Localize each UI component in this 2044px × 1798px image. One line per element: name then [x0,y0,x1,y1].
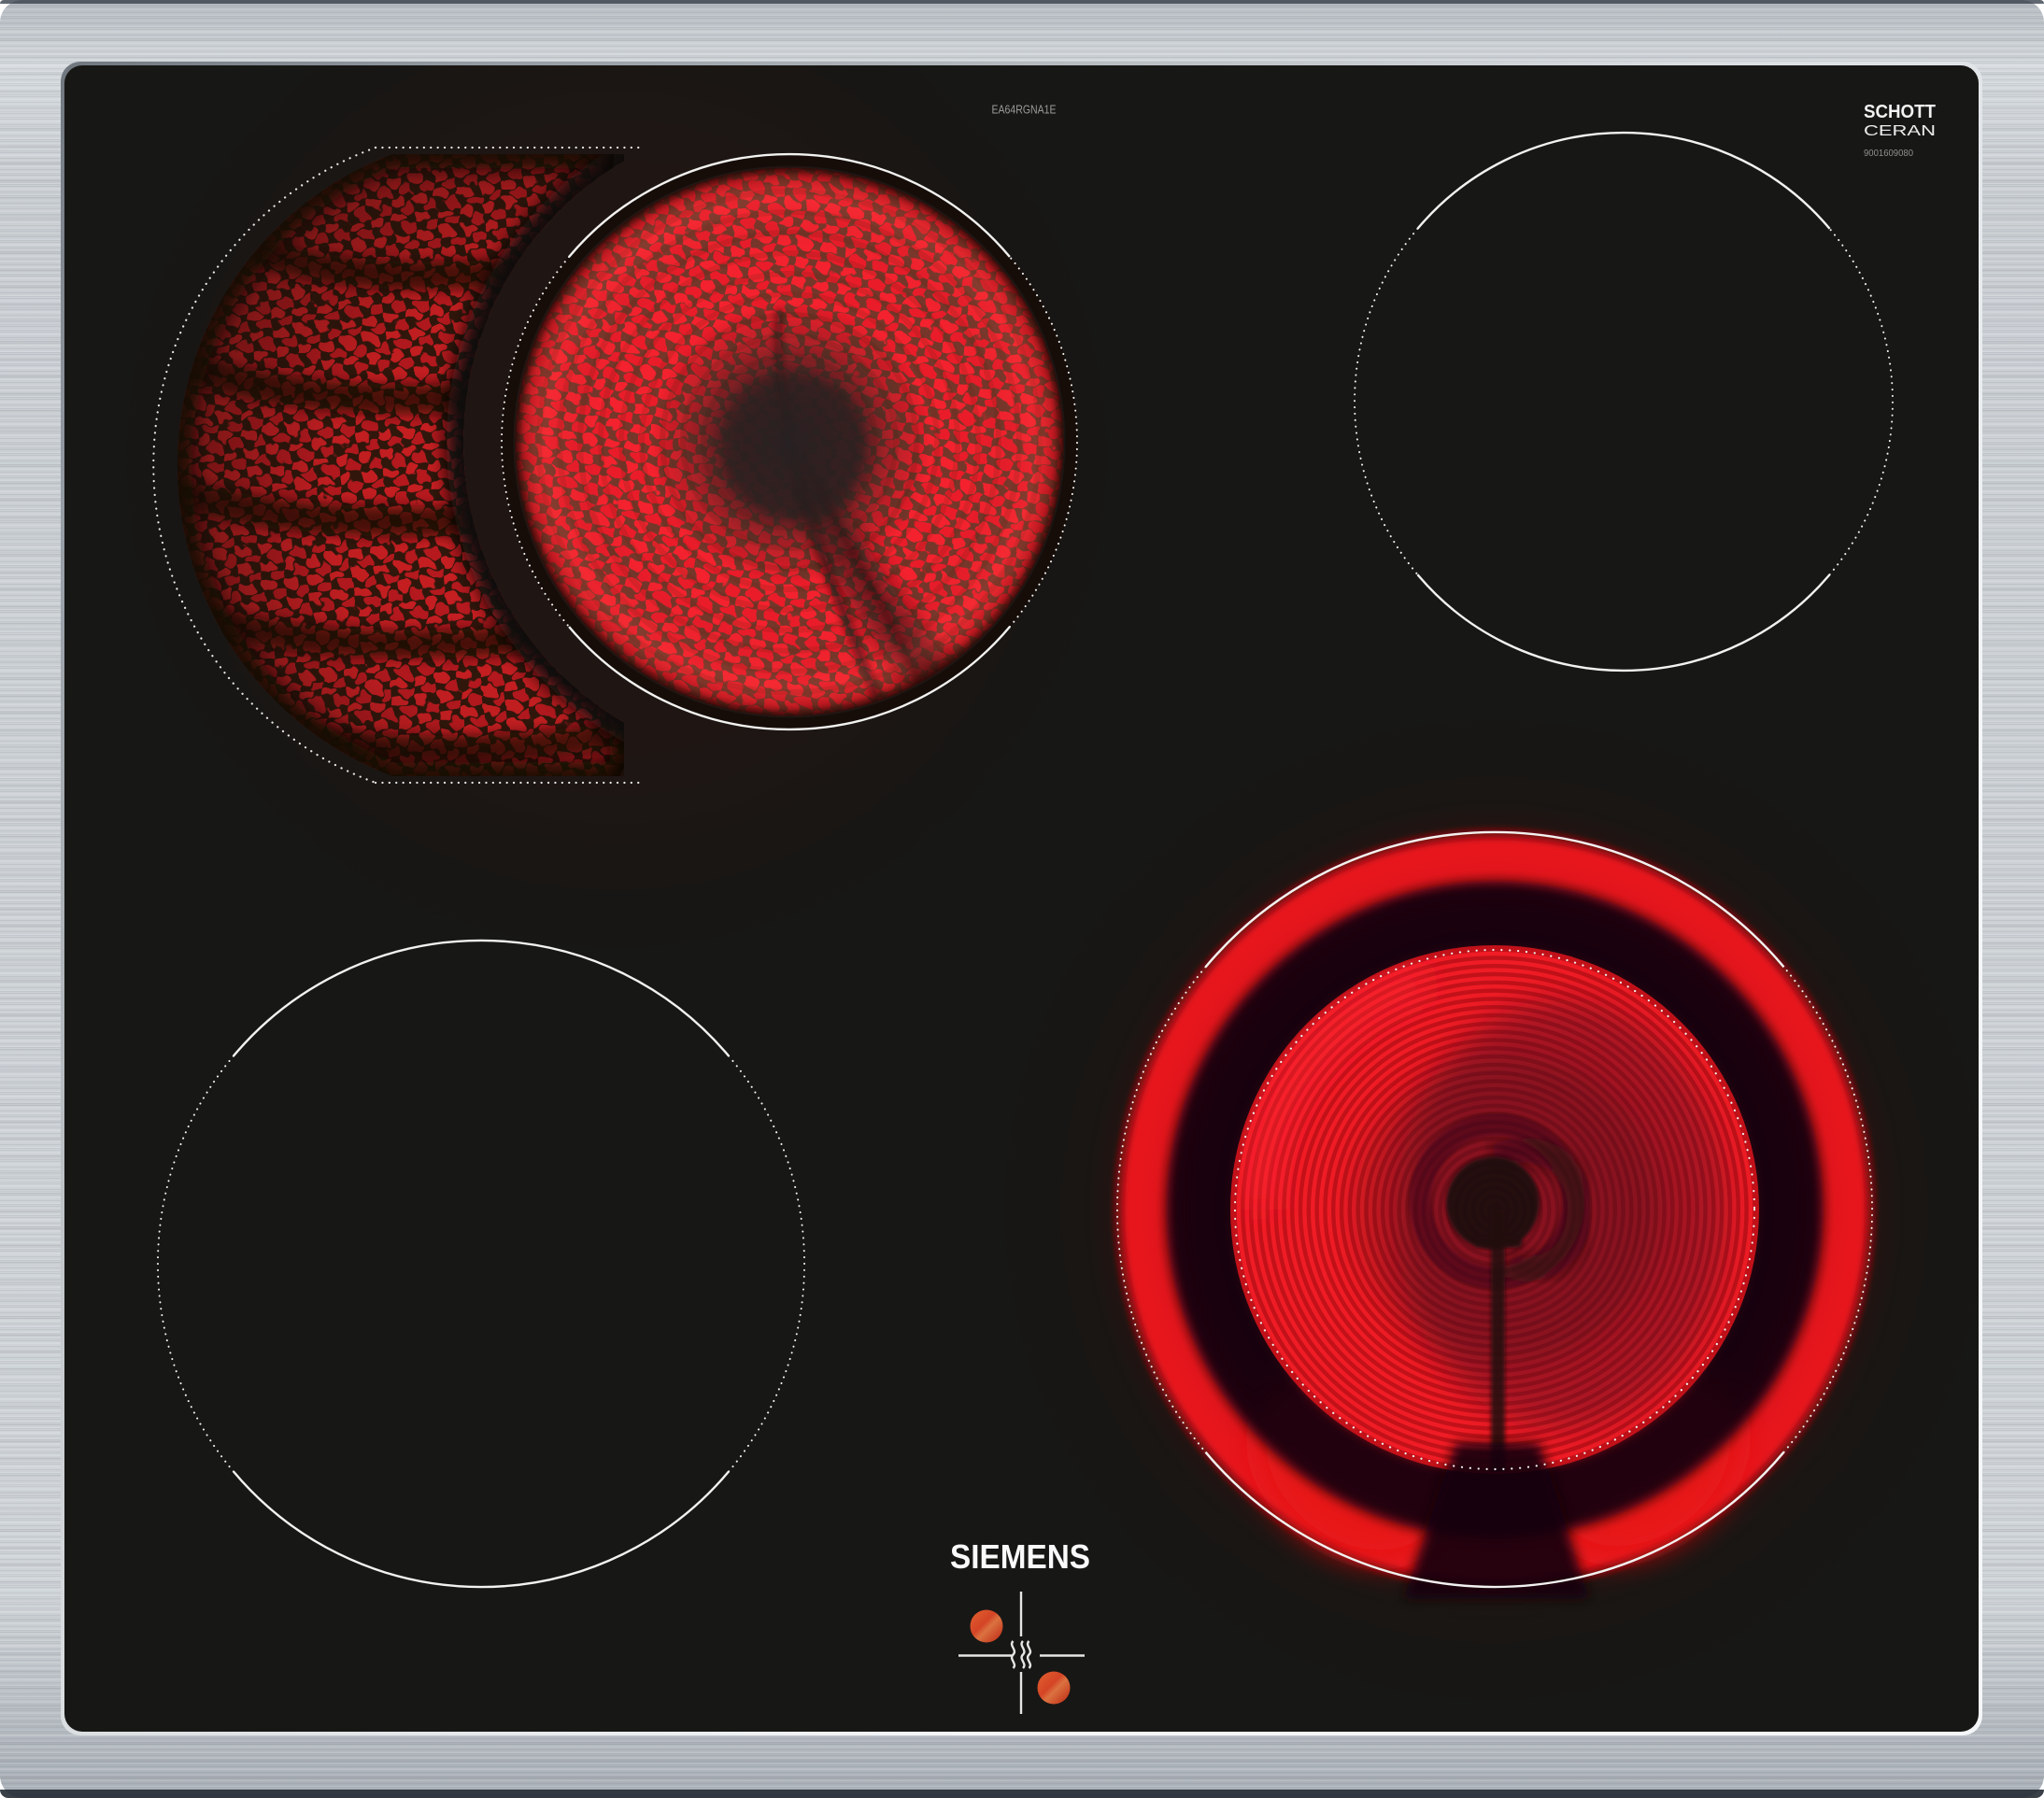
svg-text:SCHOTT: SCHOTT [1864,102,1936,122]
svg-text:CERAN: CERAN [1864,123,1936,139]
svg-text:SIEMENS: SIEMENS [950,1537,1090,1576]
svg-text:9001609080: 9001609080 [1864,148,1913,159]
svg-text:EA64RGNA1E: EA64RGNA1E [992,103,1057,117]
